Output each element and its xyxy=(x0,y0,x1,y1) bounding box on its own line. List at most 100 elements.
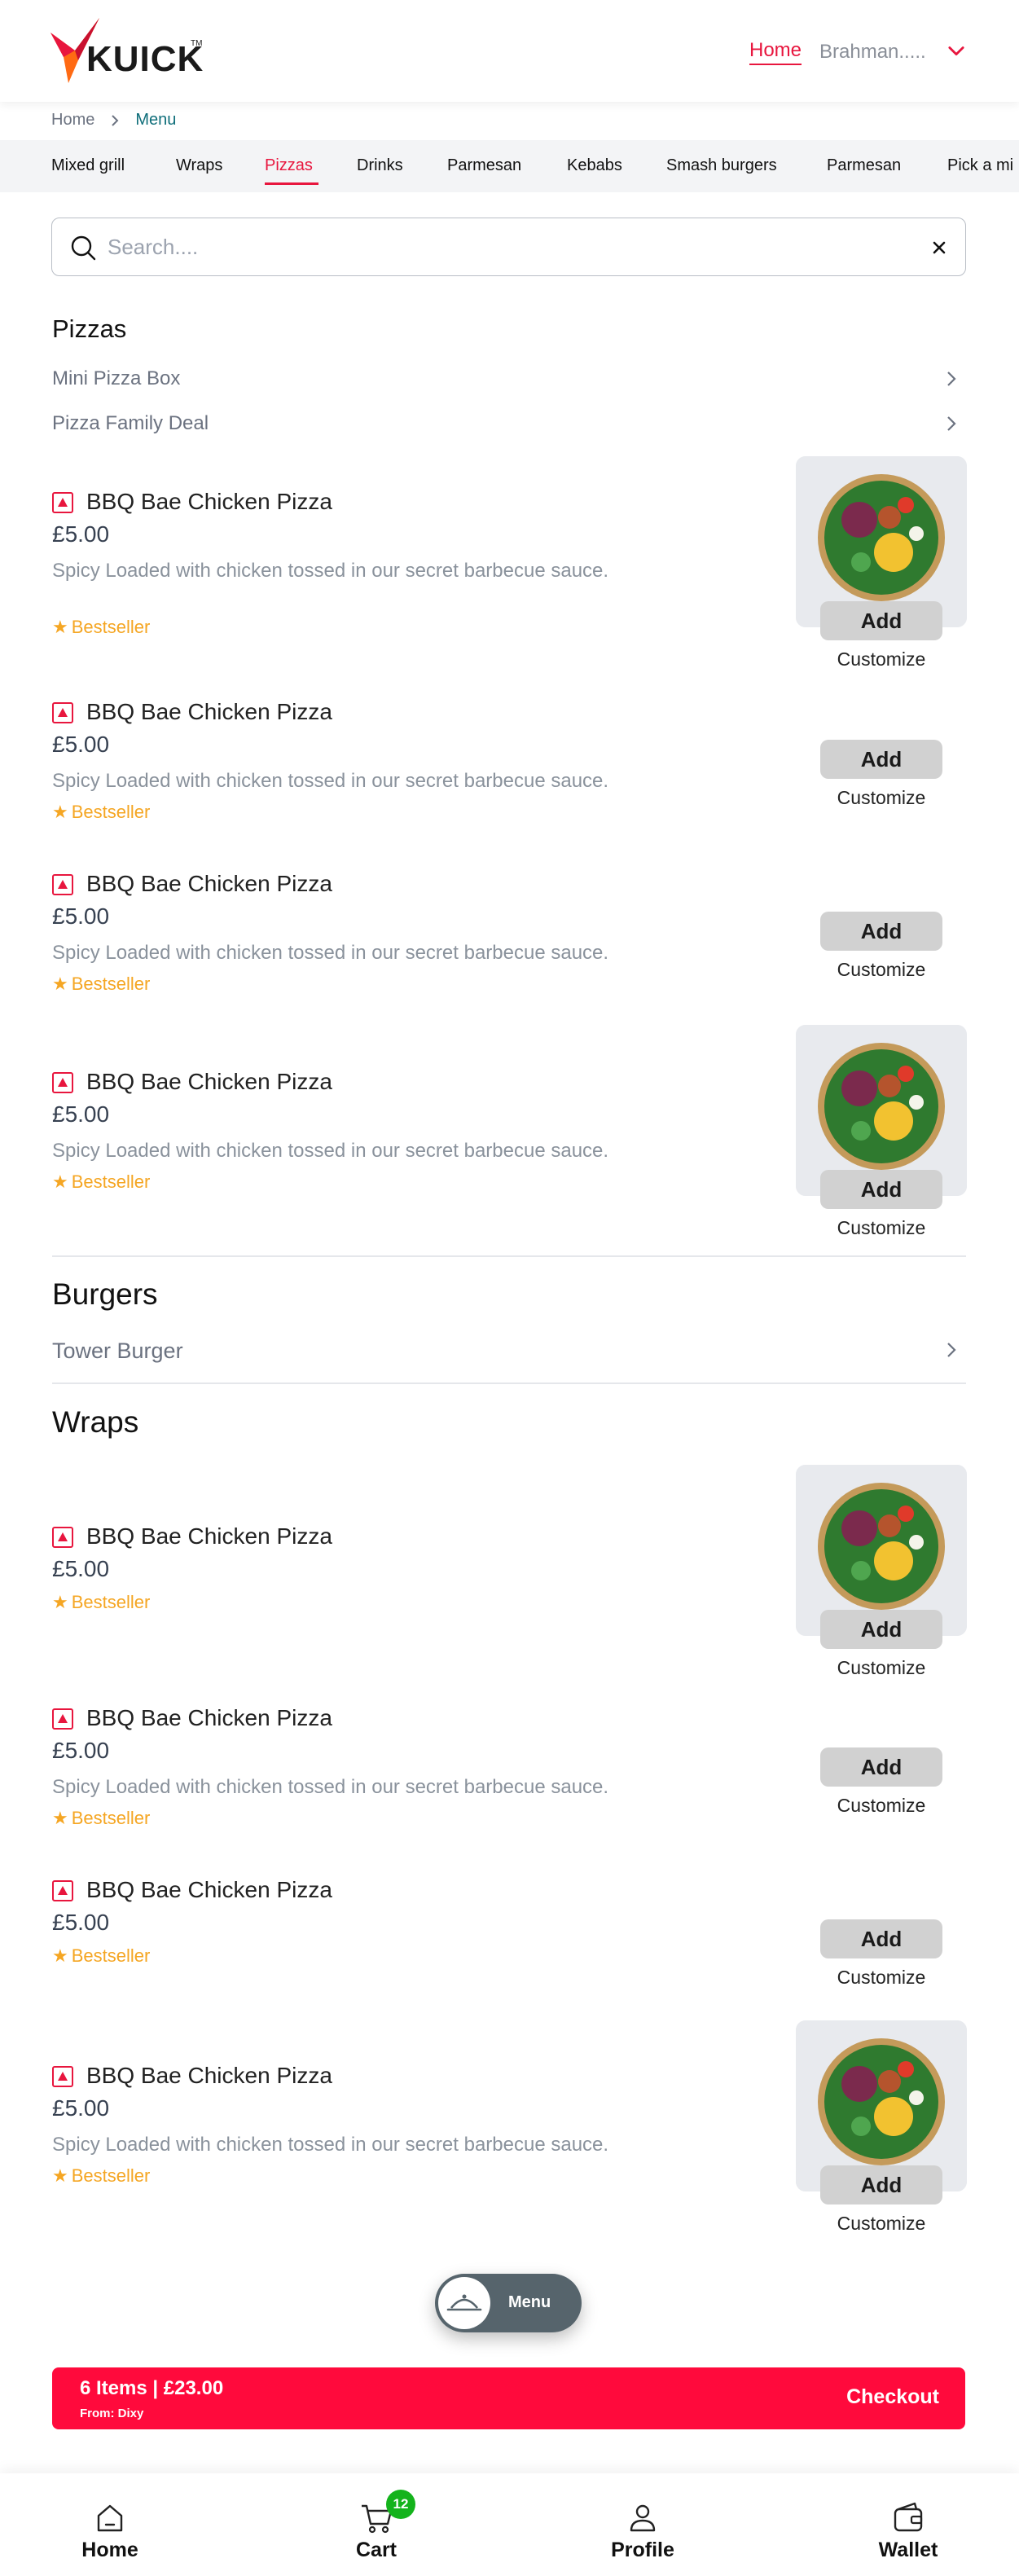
customize-link[interactable]: Customize xyxy=(820,2213,942,2235)
add-button[interactable]: Add xyxy=(820,2165,942,2205)
trademark-sign: TM xyxy=(191,39,203,48)
item-price: £5.00 xyxy=(52,1556,110,1581)
bestseller-badge: ★ Bestseller xyxy=(52,974,150,995)
brand-name: KUICK xyxy=(86,39,204,79)
cart-summary: 6 Items | £23.00 xyxy=(80,2377,224,2399)
tab-wraps[interactable]: Wraps xyxy=(176,156,222,175)
checkout-bar[interactable]: 6 Items | £23.00 From: Dixy Checkout xyxy=(52,2367,965,2429)
item-description: Spicy Loaded with chicken tossed in our … xyxy=(52,1140,609,1162)
bottom-nav-home[interactable]: Home xyxy=(45,2473,175,2576)
bestseller-badge: ★ Bestseller xyxy=(52,1945,150,1967)
item-name: BBQ Bae Chicken Pizza xyxy=(86,1523,332,1549)
user-name[interactable]: Brahman..... xyxy=(819,41,926,64)
subcategory-pizza-family-deal[interactable]: Pizza Family Deal xyxy=(52,412,966,435)
customize-link[interactable]: Customize xyxy=(820,1657,942,1679)
add-button[interactable]: Add xyxy=(820,1919,942,1958)
food-type-icon xyxy=(52,1527,73,1548)
subcategory-tower-burger[interactable]: Tower Burger xyxy=(52,1339,966,1364)
tab-smash-burgers[interactable]: Smash burgers xyxy=(666,156,777,175)
floating-menu-label: Menu xyxy=(508,2293,551,2311)
food-type-icon xyxy=(52,492,73,513)
breadcrumb: Home Menu xyxy=(51,111,176,130)
brand-logo[interactable]: KUICK TM xyxy=(51,16,213,90)
add-button[interactable]: Add xyxy=(820,740,942,779)
chevron-down-icon[interactable] xyxy=(945,39,968,62)
user-icon xyxy=(630,2504,656,2532)
menu-item: BBQ Bae Chicken Pizza £5.00 Spicy Loaded… xyxy=(52,1025,967,1248)
customize-link[interactable]: Customize xyxy=(820,1217,942,1239)
bestseller-badge: ★ Bestseller xyxy=(52,2165,150,2187)
customize-link[interactable]: Customize xyxy=(820,787,942,809)
subcategory-label: Tower Burger xyxy=(52,1339,183,1363)
badge-label: Bestseller xyxy=(71,1808,151,1828)
bestseller-badge: ★ Bestseller xyxy=(52,1172,150,1193)
food-type-icon xyxy=(52,1708,73,1730)
add-button[interactable]: Add xyxy=(820,1610,942,1649)
menu-icon-circle xyxy=(438,2277,490,2329)
checkout-button[interactable]: Checkout xyxy=(846,2385,939,2409)
bottom-navigation: Home 12 Cart Profile Wallet xyxy=(0,2473,1019,2576)
search-box xyxy=(51,218,966,276)
customize-link[interactable]: Customize xyxy=(820,959,942,981)
section-title-wraps: Wraps xyxy=(52,1405,139,1439)
star-icon: ★ xyxy=(52,1172,68,1192)
badge-label: Bestseller xyxy=(71,1172,151,1192)
add-button[interactable]: Add xyxy=(820,601,942,640)
menu-item: BBQ Bae Chicken Pizza £5.00 Spicy Loaded… xyxy=(52,1705,967,1835)
bottom-nav-profile[interactable]: Profile xyxy=(578,2473,708,2576)
tab-drinks[interactable]: Drinks xyxy=(357,156,403,175)
menu-item: BBQ Bae Chicken Pizza £5.00 Spicy Loaded… xyxy=(52,2020,967,2242)
star-icon: ★ xyxy=(52,2165,68,2186)
tab-pizzas[interactable]: Pizzas xyxy=(265,156,313,175)
bottom-nav-cart[interactable]: 12 Cart xyxy=(311,2473,441,2576)
item-price: £5.00 xyxy=(52,2095,110,2121)
section-title-burgers: Burgers xyxy=(52,1277,158,1311)
add-button[interactable]: Add xyxy=(820,1170,942,1209)
nav-home-link[interactable]: Home xyxy=(749,39,802,65)
customize-link[interactable]: Customize xyxy=(820,1795,942,1817)
star-icon: ★ xyxy=(52,617,68,637)
customize-link[interactable]: Customize xyxy=(820,1967,942,1989)
badge-label: Bestseller xyxy=(71,802,151,822)
item-description: Spicy Loaded with chicken tossed in our … xyxy=(52,1776,609,1798)
bestseller-badge: ★ Bestseller xyxy=(52,1808,150,1829)
chevron-right-icon xyxy=(947,1343,956,1357)
breadcrumb-current: Menu xyxy=(135,111,177,129)
item-price: £5.00 xyxy=(52,521,110,547)
bottom-nav-label: Wallet xyxy=(878,2539,938,2561)
tab-parmesan-2[interactable]: Parmesan xyxy=(827,156,901,175)
tab-parmesan[interactable]: Parmesan xyxy=(447,156,521,175)
bottom-nav-label: Home xyxy=(81,2539,138,2561)
badge-label: Bestseller xyxy=(71,617,151,637)
close-icon[interactable] xyxy=(928,236,951,259)
tab-mixed-grill[interactable]: Mixed grill xyxy=(51,156,125,175)
wallet-icon xyxy=(894,2502,923,2532)
item-name: BBQ Bae Chicken Pizza xyxy=(86,1705,332,1730)
section-title-pizzas: Pizzas xyxy=(52,314,127,343)
breadcrumb-home[interactable]: Home xyxy=(51,111,94,130)
floating-menu-button[interactable]: Menu xyxy=(435,2274,582,2332)
bottom-nav-wallet[interactable]: Wallet xyxy=(843,2473,973,2576)
chevron-right-icon xyxy=(112,114,119,126)
badge-label: Bestseller xyxy=(71,1592,151,1612)
search-icon xyxy=(71,235,96,261)
menu-item: BBQ Bae Chicken Pizza £5.00 Spicy Loaded… xyxy=(52,871,967,1001)
star-icon: ★ xyxy=(52,1592,68,1612)
subcategory-label: Mini Pizza Box xyxy=(52,367,181,389)
food-type-icon xyxy=(52,1072,73,1093)
item-name: BBQ Bae Chicken Pizza xyxy=(86,2063,332,2088)
search-input[interactable] xyxy=(108,230,922,264)
item-description: Spicy Loaded with chicken tossed in our … xyxy=(52,560,609,582)
star-icon: ★ xyxy=(52,802,68,822)
add-button[interactable]: Add xyxy=(820,1747,942,1787)
subcategory-mini-pizza-box[interactable]: Mini Pizza Box xyxy=(52,367,966,390)
item-description: Spicy Loaded with chicken tossed in our … xyxy=(52,942,609,964)
cart-count-badge: 12 xyxy=(386,2490,415,2519)
add-button[interactable]: Add xyxy=(820,912,942,951)
section-divider xyxy=(52,1383,966,1384)
item-name: BBQ Bae Chicken Pizza xyxy=(86,1877,332,1902)
customize-link[interactable]: Customize xyxy=(820,648,942,670)
tab-kebabs[interactable]: Kebabs xyxy=(567,156,622,175)
item-price: £5.00 xyxy=(52,903,110,929)
tab-pick-a-mix[interactable]: Pick a mi xyxy=(947,156,1013,175)
